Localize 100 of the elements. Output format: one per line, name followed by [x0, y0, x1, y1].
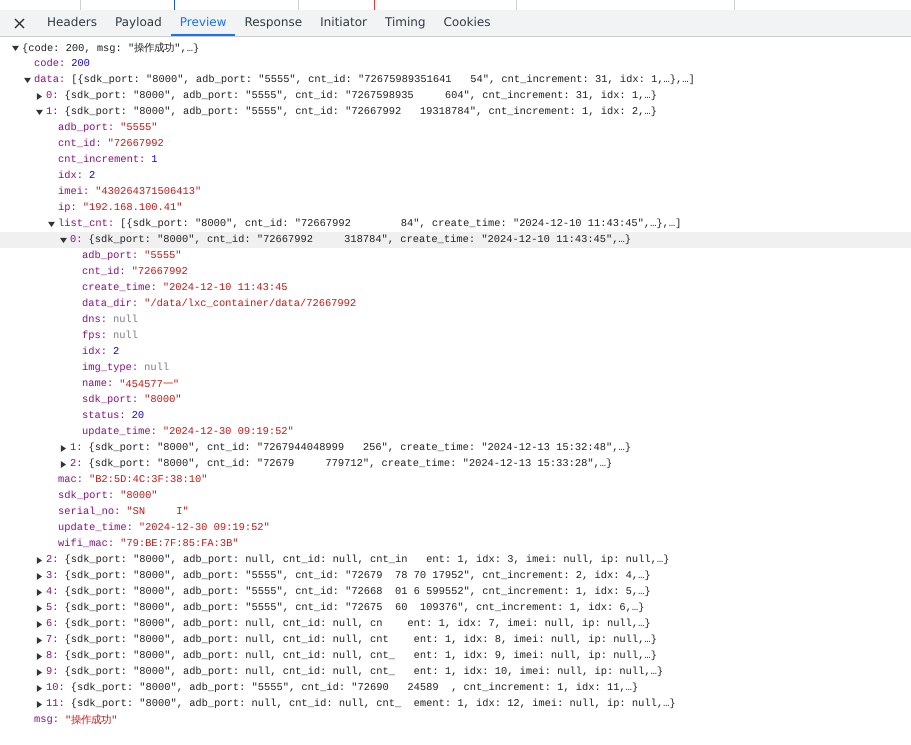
tree-row[interactable]: 0: {sdk_port: "8000", cnt_id: "72667992 318784", create_time: "2024-12-10 11:43:45",…}: [0, 232, 911, 248]
tree-row[interactable]: data_dir: "/data/lxc_container/data/72667992: [0, 296, 911, 312]
panel-tab[interactable]: Timing: [376, 10, 435, 36]
tree-row[interactable]: create_time: "2024-12-10 11:43:45: [0, 280, 911, 296]
property-key: dns:: [82, 314, 107, 326]
property-value: "操作成功": [64, 713, 118, 727]
tree-row[interactable]: 11: {sdk_port: "8000", adb_port: null, cnt_id: null, cnt_ ement: 1, idx: 12, imei: null, ip: null,…}: [0, 696, 911, 712]
tree-row[interactable]: 6: {sdk_port: "8000", adb_port: null, cnt_id: null, cn ent: 1, idx: 7, imei: null, ip: null,…}: [0, 616, 911, 632]
caret-icon[interactable]: [36, 556, 43, 564]
object-summary: [{sdk_port: "8000", cnt_id: "72667992 84", create_time: "2024-12-10 11:43:45",…},…]: [120, 218, 682, 230]
tree-row[interactable]: 4: {sdk_port: "8000", adb_port: "5555", cnt_id: "72668 01 6 599552", cnt_increment: 1, idx: 5,…}: [0, 584, 911, 600]
property-key: 11:: [46, 698, 65, 710]
property-value: "8000": [144, 394, 182, 406]
caret-icon[interactable]: [12, 44, 19, 52]
object-summary: {sdk_port: "8000", cnt_id: "72667992 318784", create_time: "2024-12-10 11:43:45",…}: [88, 234, 631, 246]
panel-tab[interactable]: Preview: [170, 10, 236, 36]
tree-row[interactable]: cnt_id: "72667992: [0, 136, 911, 152]
caret-icon[interactable]: [36, 620, 43, 628]
property-value: "72667992: [108, 138, 164, 150]
tree-row[interactable]: data: [{sdk_port: "8000", adb_port: "5555", cnt_id: "72675989351641 54", cnt_increment: 31, idx: 1,…},…]: [0, 72, 911, 88]
caret-icon[interactable]: [48, 220, 55, 228]
object-summary: {sdk_port: "8000", adb_port: null, cnt_id: null, cnt_ ent: 1, idx: 10, imei: null, ip: null,…}: [64, 666, 664, 678]
object-summary: {sdk_port: "8000", adb_port: "5555", cnt_id: "72667992 19318784", cnt_increment: 1, idx: 2,…}: [64, 106, 657, 118]
property-key: 9:: [46, 666, 58, 678]
tree-row[interactable]: 10: {sdk_port: "8000", adb_port: "5555", cnt_id: "72690 24589 , cnt_increment: 1, idx: 11,…}: [0, 680, 911, 696]
caret-icon[interactable]: [60, 460, 67, 468]
tree-row[interactable]: code: 200: [0, 56, 911, 72]
tree-row[interactable]: 2: {sdk_port: "8000", cnt_id: "72679 779712", create_time: "2024-12-13 15:33:28",…}: [0, 456, 911, 472]
caret-icon[interactable]: [36, 700, 43, 708]
tree-row[interactable]: status: 20: [0, 408, 911, 424]
tree-row[interactable]: mac: "B2:5D:4C:3F:38:10": [0, 472, 911, 488]
tree-row[interactable]: adb_port: "5555": [0, 120, 911, 136]
property-key: cnt_increment:: [58, 154, 146, 166]
tree-row[interactable]: 2: {sdk_port: "8000", adb_port: null, cnt_id: null, cnt_in ent: 1, idx: 3, imei: null, ip: null,…}: [0, 552, 911, 568]
tree-row[interactable]: sdk_port: "8000": [0, 488, 911, 504]
tree-row[interactable]: serial_no: "SN I": [0, 504, 911, 520]
caret-icon[interactable]: [36, 604, 43, 612]
caret-icon[interactable]: [36, 572, 43, 580]
tree-row[interactable]: name: "454577一": [0, 376, 911, 392]
panel-tab[interactable]: Cookies: [434, 10, 500, 36]
property-key: serial_no:: [58, 506, 120, 518]
tree-row[interactable]: wifi_mac: "79:BE:7F:85:FA:3B": [0, 536, 911, 552]
property-value: null: [112, 314, 138, 326]
tree-row[interactable]: cnt_increment: 1: [0, 152, 911, 168]
tree-row[interactable]: 7: {sdk_port: "8000", adb_port: null, cnt_id: null, cnt ent: 1, idx: 8, imei: null, ip: null,…}: [0, 632, 911, 648]
tree-row[interactable]: list_cnt: [{sdk_port: "8000", cnt_id: "72667992 84", create_time: "2024-12-10 11:43:45",…},…]: [0, 216, 911, 232]
object-summary: {sdk_port: "8000", adb_port: null, cnt_id: null, cnt ent: 1, idx: 8, imei: null, ip: null,…}: [64, 634, 657, 646]
property-value: "2024-12-10 11:43:45: [162, 282, 288, 294]
property-key: 2:: [46, 554, 58, 566]
property-value: "/data/lxc_container/data/72667992: [144, 298, 356, 310]
tree-row[interactable]: 1: {sdk_port: "8000", adb_port: "5555", cnt_id: "72667992 19318784", cnt_increment: 1, idx: 2,…}: [0, 104, 911, 120]
tree-row[interactable]: update_time: "2024-12-30 09:19:52": [0, 424, 911, 440]
tree-row[interactable]: adb_port: "5555": [0, 248, 911, 264]
caret-icon[interactable]: [36, 636, 43, 644]
panel-tab[interactable]: Response: [235, 10, 312, 36]
property-key: create_time:: [82, 282, 157, 294]
caret-icon[interactable]: [36, 652, 43, 660]
property-key: data_dir:: [82, 298, 138, 310]
tree-row[interactable]: dns: null: [0, 312, 911, 328]
tree-row[interactable]: 3: {sdk_port: "8000", adb_port: "5555", cnt_id: "72679 78 70 17952", cnt_increment: 2, idx: 4,…}: [0, 568, 911, 584]
property-key: imei:: [58, 186, 90, 198]
tree-row[interactable]: idx: 2: [0, 344, 911, 360]
property-value: "B2:5D:4C:3F:38:10": [88, 474, 208, 486]
caret-icon[interactable]: [60, 444, 67, 452]
tree-row[interactable]: cnt_id: "72667992: [0, 264, 911, 280]
panel-tab[interactable]: Headers: [38, 10, 106, 36]
tree-row[interactable]: sdk_port: "8000": [0, 392, 911, 408]
caret-icon[interactable]: [24, 76, 31, 84]
caret-icon[interactable]: [36, 684, 43, 692]
tree-row[interactable]: 0: {sdk_port: "8000", adb_port: "5555", cnt_id: "7267598935 604", cnt_increment: 31, idx: 1,…}: [0, 88, 911, 104]
tree-row[interactable]: imei: "430264371506413": [0, 184, 911, 200]
property-key: sdk_port:: [82, 394, 138, 406]
tree-row[interactable]: 1: {sdk_port: "8000", cnt_id: "7267944048999 256", create_time: "2024-12-13 15:32:48",…}: [0, 440, 911, 456]
tree-row[interactable]: fps: null: [0, 328, 911, 344]
tree-row[interactable]: {code: 200, msg: "操作成功",…}: [0, 40, 911, 56]
tree-row[interactable]: 9: {sdk_port: "8000", adb_port: null, cnt_id: null, cnt_ ent: 1, idx: 10, imei: null, ip: null,…}: [0, 664, 911, 680]
tree-row[interactable]: ip: "192.168.100.41": [0, 200, 911, 216]
caret-icon[interactable]: [36, 108, 43, 116]
caret-icon[interactable]: [60, 236, 67, 244]
tree-row[interactable]: update_time: "2024-12-30 09:19:52": [0, 520, 911, 536]
caret-icon[interactable]: [36, 588, 43, 596]
property-value: 20: [132, 410, 144, 422]
tree-row[interactable]: 8: {sdk_port: "8000", adb_port: null, cnt_id: null, cnt_ ent: 1, idx: 9, imei: null, ip: null,…}: [0, 648, 911, 664]
panel-tab[interactable]: Payload: [106, 10, 171, 36]
property-key: 4:: [46, 586, 58, 598]
caret-icon[interactable]: [36, 92, 43, 100]
close-icon: [14, 18, 24, 28]
property-key: idx:: [82, 346, 107, 358]
tree-row[interactable]: msg: "操作成功": [0, 712, 911, 728]
object-summary: {sdk_port: "8000", adb_port: "5555", cnt_id: "72675 60 109376", cnt_increment: 1, idx: 6,…}: [64, 602, 644, 614]
object-summary: {sdk_port: "8000", adb_port: null, cnt_id: null, cnt_in ent: 1, idx: 3, imei: null, ip: null,…}: [64, 554, 670, 566]
caret-icon[interactable]: [36, 668, 43, 676]
tree-row[interactable]: img_type: null: [0, 360, 911, 376]
object-summary: {code: 200, msg: "操作成功",…}: [22, 41, 200, 55]
property-value: "5555": [144, 250, 182, 262]
property-key: 1:: [70, 442, 82, 454]
tree-row[interactable]: 5: {sdk_port: "8000", adb_port: "5555", cnt_id: "72675 60 109376", cnt_increment: 1, idx: 6,…}: [0, 600, 911, 616]
tree-row[interactable]: idx: 2: [0, 168, 911, 184]
panel-tab[interactable]: Initiator: [311, 10, 376, 36]
property-value: "454577一": [119, 378, 180, 391]
